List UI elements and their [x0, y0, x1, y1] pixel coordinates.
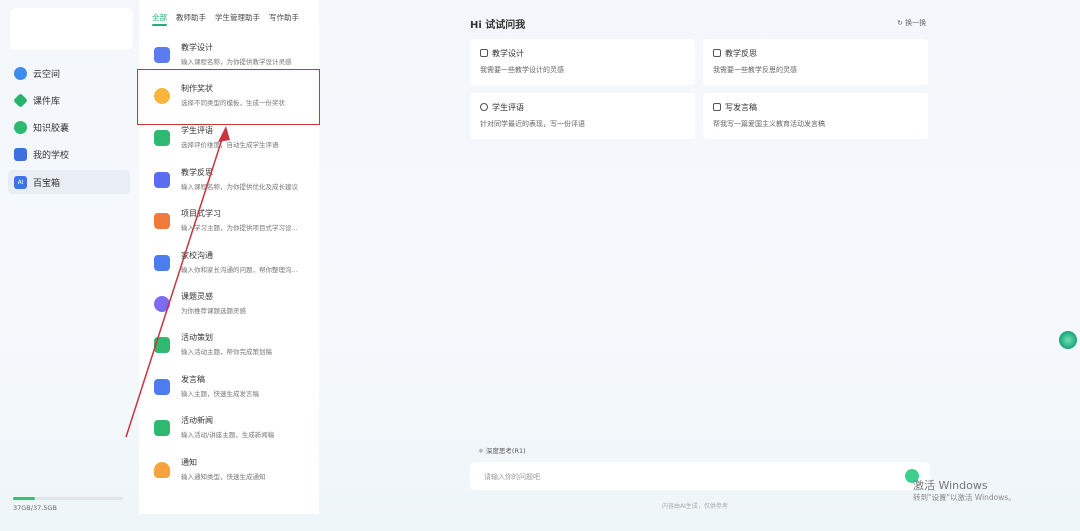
card-desc: 我需要一些教学设计的灵感 [480, 66, 564, 74]
sidebar-item-label: 云空间 [33, 69, 61, 80]
award-icon [154, 88, 170, 104]
tab-student-management[interactable]: 学生管理助手 [215, 12, 260, 23]
tool-item-home-school[interactable]: 家校沟通 输入你和家长沟通的问题，帮你整理沟... [151, 247, 316, 281]
reflection-icon [154, 172, 170, 188]
atom-icon: ⚛ [478, 447, 484, 455]
tool-item-project-learning[interactable]: 项目式学习 输入学习主题，为你提供项目式学习设... [151, 205, 316, 239]
left-navigation: 云空间 课件库 知识胶囊 我的学校 AI 百宝箱 37GB/37.5GB [0, 0, 138, 531]
cloud-icon [14, 66, 27, 80]
deep-think-label: 深度思考(R1) [485, 447, 526, 455]
tool-desc: 选择不同类型的模板，生成一份奖状 [181, 99, 285, 107]
refresh-icon: ↻ [897, 19, 903, 27]
storage-progress [13, 497, 123, 500]
tool-title: 教学设计 [181, 43, 213, 52]
reflection-icon [713, 49, 721, 57]
tab-teacher-assistant[interactable]: 教师助手 [176, 12, 206, 23]
project-icon [154, 213, 170, 229]
tool-desc: 输入课程名称，为你提供优化及成长建议 [181, 183, 298, 191]
gem-icon [13, 92, 28, 108]
tool-title: 教学反思 [181, 168, 213, 177]
sidebar-item-my-school[interactable]: 我的学校 [8, 142, 130, 166]
tab-all[interactable]: 全部 [152, 12, 167, 26]
tool-tabs: 全部 教师助手 学生管理助手 写作助手 [152, 12, 299, 26]
refresh-button[interactable]: ↻ 换一换 [897, 18, 926, 28]
tool-item-event-news[interactable]: 活动新闻 输入活动/讲座主题，生成新闻稿 [151, 412, 316, 446]
student-icon [480, 103, 488, 111]
capsule-icon [14, 120, 27, 134]
tool-title: 通知 [181, 458, 197, 467]
tool-title: 制作奖状 [181, 84, 213, 93]
tool-item-award[interactable]: 制作奖状 选择不同类型的模板，生成一份奖状 [151, 80, 316, 114]
tool-desc: 选择评价维度，自动生成学生评语 [181, 141, 279, 149]
tool-desc: 输入主题，快速生成发言稿 [181, 390, 259, 398]
tool-item-notice[interactable]: 通知 输入通知类型，快速生成通知 [151, 454, 316, 488]
tool-panel: 全部 教师助手 学生管理助手 写作助手 教学设计 输入课程名称，为你提供教学设计… [139, 0, 319, 514]
tool-title: 活动策划 [181, 333, 213, 342]
tool-item-teaching-design[interactable]: 教学设计 输入课程名称，为你提供教学设计灵感 [151, 39, 316, 73]
deep-think-toggle[interactable]: ⚛ 深度思考(R1) [478, 445, 526, 455]
sidebar-item-toolbox[interactable]: AI 百宝箱 [8, 170, 130, 194]
storage-progress-fill [13, 497, 35, 500]
bulb-icon [154, 296, 170, 312]
windows-activation-subtitle: 转到"设置"以激活 Windows。 [913, 493, 1016, 502]
suggestion-card[interactable]: 写发言稿 帮我写一篇爱国主义教育活动发言稿 [703, 93, 928, 139]
tool-item-teaching-reflection[interactable]: 教学反思 输入课程名称，为你提供优化及成长建议 [151, 164, 316, 198]
tool-item-student-comment[interactable]: 学生评语 选择评价维度，自动生成学生评语 [151, 122, 316, 156]
sidebar-item-label: 课件库 [33, 96, 61, 107]
tool-desc: 输入学习主题，为你提供项目式学习设... [181, 224, 298, 232]
suggestion-card[interactable]: 学生评语 针对同学最近的表现，写一份评语 [470, 93, 695, 139]
card-title: 教学反思 [713, 48, 757, 59]
speech-icon [713, 103, 721, 111]
chat-input[interactable]: 请输入你的问题吧 [470, 462, 930, 490]
tool-title: 家校沟通 [181, 251, 213, 260]
tool-desc: 为你推荐课题选题灵感 [181, 307, 246, 315]
tool-desc: 输入课程名称，为你提供教学设计灵感 [181, 58, 292, 66]
bell-icon [154, 462, 170, 478]
tab-writing-assistant[interactable]: 写作助手 [269, 12, 299, 23]
windows-activation-title: 激活 Windows [913, 479, 988, 492]
sidebar-item-label: 百宝箱 [33, 178, 61, 189]
sidebar-item-label: 知识胶囊 [33, 123, 70, 134]
card-title: 写发言稿 [713, 102, 757, 113]
page-title: Hi 试试问我 [470, 20, 526, 31]
document-icon [480, 49, 488, 57]
sidebar-item-cloud[interactable]: 云空间 [8, 61, 130, 85]
refresh-label: 换一换 [905, 19, 927, 27]
ai-icon: AI [14, 175, 27, 189]
suggestion-card[interactable]: 教学反思 我需要一些教学反思的灵感 [703, 39, 928, 85]
suggestion-card[interactable]: 教学设计 我需要一些教学设计的灵感 [470, 39, 695, 85]
school-icon [14, 147, 27, 161]
storage-text: 37GB/37.5GB [13, 504, 57, 512]
tool-desc: 输入你和家长沟通的问题，帮你整理沟... [181, 266, 298, 274]
tool-desc: 输入活动/讲座主题，生成新闻稿 [181, 431, 275, 439]
tool-item-research-topic[interactable]: 课题灵感 为你推荐课题选题灵感 [151, 288, 316, 322]
document-icon [154, 47, 170, 63]
student-icon [154, 130, 170, 146]
tool-title: 发言稿 [181, 375, 205, 384]
tool-desc: 输入活动主题，帮你完成策划稿 [181, 348, 272, 356]
disclaimer-text: 内容由AI生成，仅供参考 [662, 503, 728, 510]
sidebar-item-courseware[interactable]: 课件库 [8, 88, 130, 112]
assistant-float-button[interactable] [1059, 331, 1077, 349]
sidebar-item-label: 我的学校 [33, 150, 70, 161]
speech-icon [154, 379, 170, 395]
card-title: 学生评语 [480, 102, 524, 113]
logo-area [10, 8, 133, 50]
news-icon [154, 420, 170, 436]
chat-input-placeholder: 请输入你的问题吧 [484, 473, 540, 481]
card-desc: 针对同学最近的表现，写一份评语 [480, 120, 585, 128]
card-title: 教学设计 [480, 48, 524, 59]
sidebar-item-knowledge-capsule[interactable]: 知识胶囊 [8, 115, 130, 139]
tool-desc: 输入通知类型，快速生成通知 [181, 473, 266, 481]
chat-icon [154, 255, 170, 271]
tool-item-speech[interactable]: 发言稿 输入主题，快速生成发言稿 [151, 371, 316, 405]
flag-icon [154, 337, 170, 353]
tool-item-event-planning[interactable]: 活动策划 输入活动主题，帮你完成策划稿 [151, 329, 316, 363]
card-desc: 我需要一些教学反思的灵感 [713, 66, 797, 74]
card-desc: 帮我写一篇爱国主义教育活动发言稿 [713, 120, 825, 128]
tool-title: 活动新闻 [181, 416, 213, 425]
tool-title: 学生评语 [181, 126, 213, 135]
tool-title: 课题灵感 [181, 292, 213, 301]
tool-title: 项目式学习 [181, 209, 221, 218]
